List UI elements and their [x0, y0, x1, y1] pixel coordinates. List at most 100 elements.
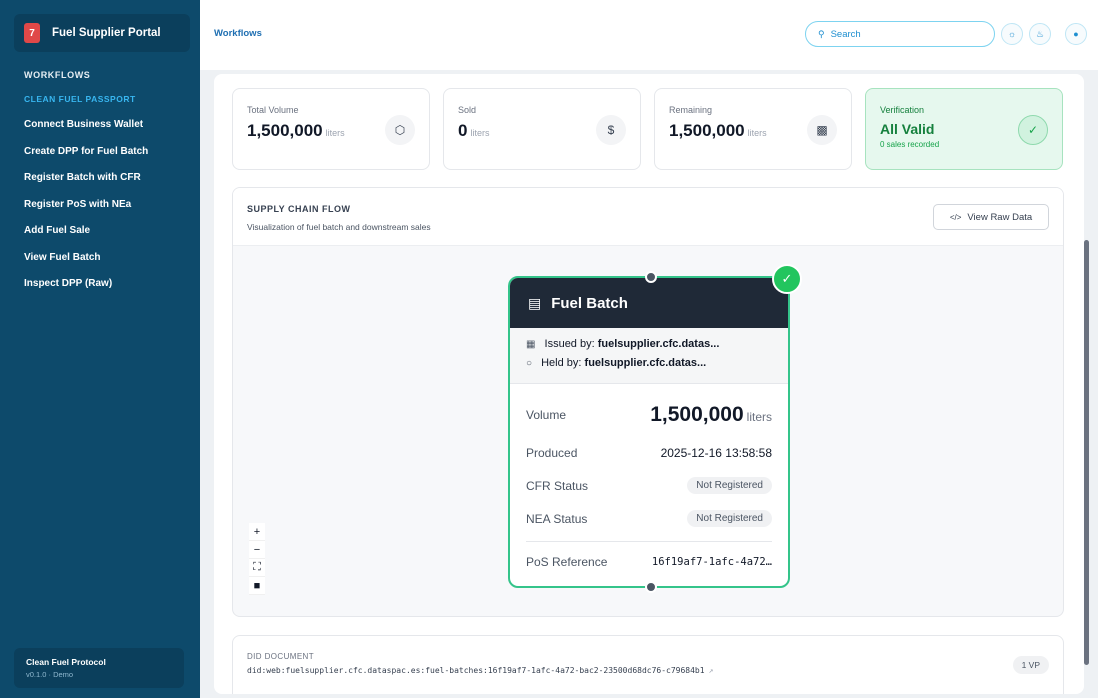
lock-icon: ■: [253, 579, 261, 592]
sidebar-item-inspect-dpp[interactable]: Inspect DPP (Raw): [24, 275, 148, 302]
stat-sold: Sold 0 liters $: [443, 88, 641, 170]
external-link-icon[interactable]: ↗: [709, 666, 714, 675]
stat-verification: Verification All Valid 0 sales recorded …: [865, 88, 1063, 170]
fuel-icon: ▤: [528, 294, 542, 311]
sidebar-item-view-batch[interactable]: View Fuel Batch: [24, 249, 148, 276]
volume-row: Volume 1,500,000 liters: [526, 394, 772, 436]
sidebar-item-register-pos[interactable]: Register PoS with NEa: [24, 196, 148, 223]
brand[interactable]: 7 Fuel Supplier Portal: [14, 14, 190, 52]
node-handle-bottom[interactable]: [645, 581, 657, 593]
stat-unit: liters: [747, 128, 767, 138]
nav-list: Connect Business Wallet Create DPP for F…: [24, 116, 148, 302]
search-input[interactable]: [830, 28, 981, 40]
search-box[interactable]: ⚲: [805, 21, 995, 47]
stat-label: Total Volume: [247, 105, 299, 115]
held-by-value: fuelsupplier.cfc.datas...: [584, 357, 707, 369]
bell-icon: ♨: [1035, 28, 1045, 39]
node-header: ▤ Fuel Batch: [510, 278, 788, 328]
node-title: Fuel Batch: [551, 294, 628, 312]
vp-badge: 1 VP: [1012, 656, 1049, 674]
user-menu-button[interactable]: ●: [1065, 23, 1087, 45]
volume-label: Volume: [526, 408, 567, 422]
produced-value: 2025-12-16 13:58:58: [660, 445, 772, 460]
node-body: Volume 1,500,000 liters Produced 2025-12-…: [510, 384, 788, 582]
canvas-controls: + − ⛶ ■: [249, 523, 265, 595]
nea-status-label: NEA Status: [526, 511, 588, 526]
verified-check-icon: ✓: [772, 264, 802, 294]
flow-header: SUPPLY CHAIN FLOW Visualization of fuel …: [233, 188, 1063, 246]
brand-name: Fuel Supplier Portal: [52, 27, 161, 39]
flow-title: SUPPLY CHAIN FLOW: [247, 204, 351, 214]
did-value-row: did:web:fuelsupplier.cfc.dataspac.es:fue…: [247, 666, 713, 675]
flow-subtitle: Visualization of fuel batch and downstre…: [247, 222, 431, 232]
produced-label: Produced: [526, 445, 578, 460]
pos-reference-row: PoS Reference 16f19af7-1afc-4a72…: [526, 542, 772, 582]
brand-logo-icon: 7: [24, 23, 40, 43]
node-meta: ▦ Issued by: fuelsupplier.cfc.datas... ○…: [510, 328, 788, 384]
pos-reference-label: PoS Reference: [526, 555, 608, 569]
user-icon: ●: [1073, 29, 1079, 39]
stat-unit: liters: [325, 128, 345, 138]
cube-icon: ⬡: [385, 115, 415, 145]
did-value[interactable]: did:web:fuelsupplier.cfc.dataspac.es:fue…: [247, 666, 705, 675]
did-document: DID DOCUMENT did:web:fuelsupplier.cfc.da…: [232, 635, 1064, 694]
sidebar: 7 Fuel Supplier Portal WORKFLOWS CLEAN F…: [0, 0, 200, 698]
code-icon: </>: [949, 212, 962, 222]
stat-label: Verification: [880, 105, 925, 115]
sidebar-item-register-cfr[interactable]: Register Batch with CFR: [24, 169, 148, 196]
stat-unit: liters: [470, 128, 490, 138]
nav-section-sub[interactable]: CLEAN FUEL PASSPORT: [24, 94, 136, 104]
issued-by-row: ▦ Issued by: fuelsupplier.cfc.datas...: [526, 338, 772, 350]
stat-label: Remaining: [669, 105, 713, 115]
sidebar-item-connect-wallet[interactable]: Connect Business Wallet: [24, 116, 148, 143]
main-panel: Total Volume 1,500,000 liters ⬡ Sold 0 lit…: [214, 74, 1084, 694]
issued-by-value: fuelsupplier.cfc.datas...: [597, 338, 720, 350]
building-icon: ▦: [526, 339, 536, 350]
stat-remaining: Remaining 1,500,000 liters ▩: [654, 88, 852, 170]
held-by-row: ○ Held by: fuelsupplier.cfc.datas...: [526, 357, 772, 369]
lock-button[interactable]: ■: [249, 577, 265, 595]
volume-unit: liters: [746, 410, 772, 424]
person-icon: ○: [526, 358, 533, 369]
topbar: Workflows ⚲ ☼ ♨ ●: [200, 0, 1098, 70]
scrollbar[interactable]: [1084, 240, 1089, 665]
nea-status-row: NEA Status Not Registered: [526, 502, 772, 535]
volume-value: 1,500,000: [650, 403, 744, 426]
cfr-status-row: CFR Status Not Registered: [526, 469, 772, 502]
sidebar-item-create-dpp[interactable]: Create DPP for Fuel Batch: [24, 143, 148, 170]
supply-chain-flow: SUPPLY CHAIN FLOW Visualization of fuel …: [232, 187, 1064, 617]
sidebar-item-add-sale[interactable]: Add Fuel Sale: [24, 222, 148, 249]
stat-number: 1,500,000: [247, 121, 323, 140]
zoom-out-button[interactable]: −: [249, 541, 265, 559]
stat-total-volume: Total Volume 1,500,000 liters ⬡: [232, 88, 430, 170]
notifications-button[interactable]: ♨: [1029, 23, 1051, 45]
held-by-label: Held by:: [541, 357, 582, 369]
volume-value-group: 1,500,000 liters: [650, 403, 772, 427]
fit-view-button[interactable]: ⛶: [249, 559, 265, 577]
search-icon: ⚲: [818, 28, 825, 39]
stat-label: Sold: [458, 105, 477, 115]
produced-row: Produced 2025-12-16 13:58:58: [526, 436, 772, 469]
dollar-icon: $: [596, 115, 626, 145]
pos-reference-value: 16f19af7-1afc-4a72…: [651, 556, 772, 568]
breadcrumb[interactable]: Workflows: [214, 28, 262, 39]
issued-by-label: Issued by:: [544, 338, 595, 350]
cfr-status-label: CFR Status: [526, 478, 589, 493]
sidebar-footer: Clean Fuel Protocol v0.1.0 · Demo: [14, 648, 184, 688]
did-label: DID DOCUMENT: [247, 652, 315, 661]
view-raw-data-button[interactable]: </> View Raw Data: [933, 204, 1049, 230]
stat-number: 0: [458, 121, 468, 140]
footer-version: v0.1.0 · Demo: [26, 670, 74, 679]
theme-toggle-button[interactable]: ☼: [1001, 23, 1023, 45]
fuel-batch-node[interactable]: ✓ ▤ Fuel Batch ▦ Issued by: fuelsupplier…: [508, 264, 802, 593]
sun-icon: ☼: [1007, 29, 1017, 39]
cfr-status-badge: Not Registered: [687, 477, 772, 494]
check-circle-icon: ✓: [1018, 115, 1048, 145]
node-handle-top[interactable]: [645, 271, 657, 283]
nav-section-heading: WORKFLOWS: [24, 70, 91, 80]
nea-status-badge: Not Registered: [687, 510, 772, 527]
stat-number: 1,500,000: [669, 121, 745, 140]
bar-chart-icon: ▩: [807, 115, 837, 145]
zoom-in-button[interactable]: +: [249, 523, 265, 541]
view-raw-data-label: View Raw Data: [967, 211, 1033, 223]
